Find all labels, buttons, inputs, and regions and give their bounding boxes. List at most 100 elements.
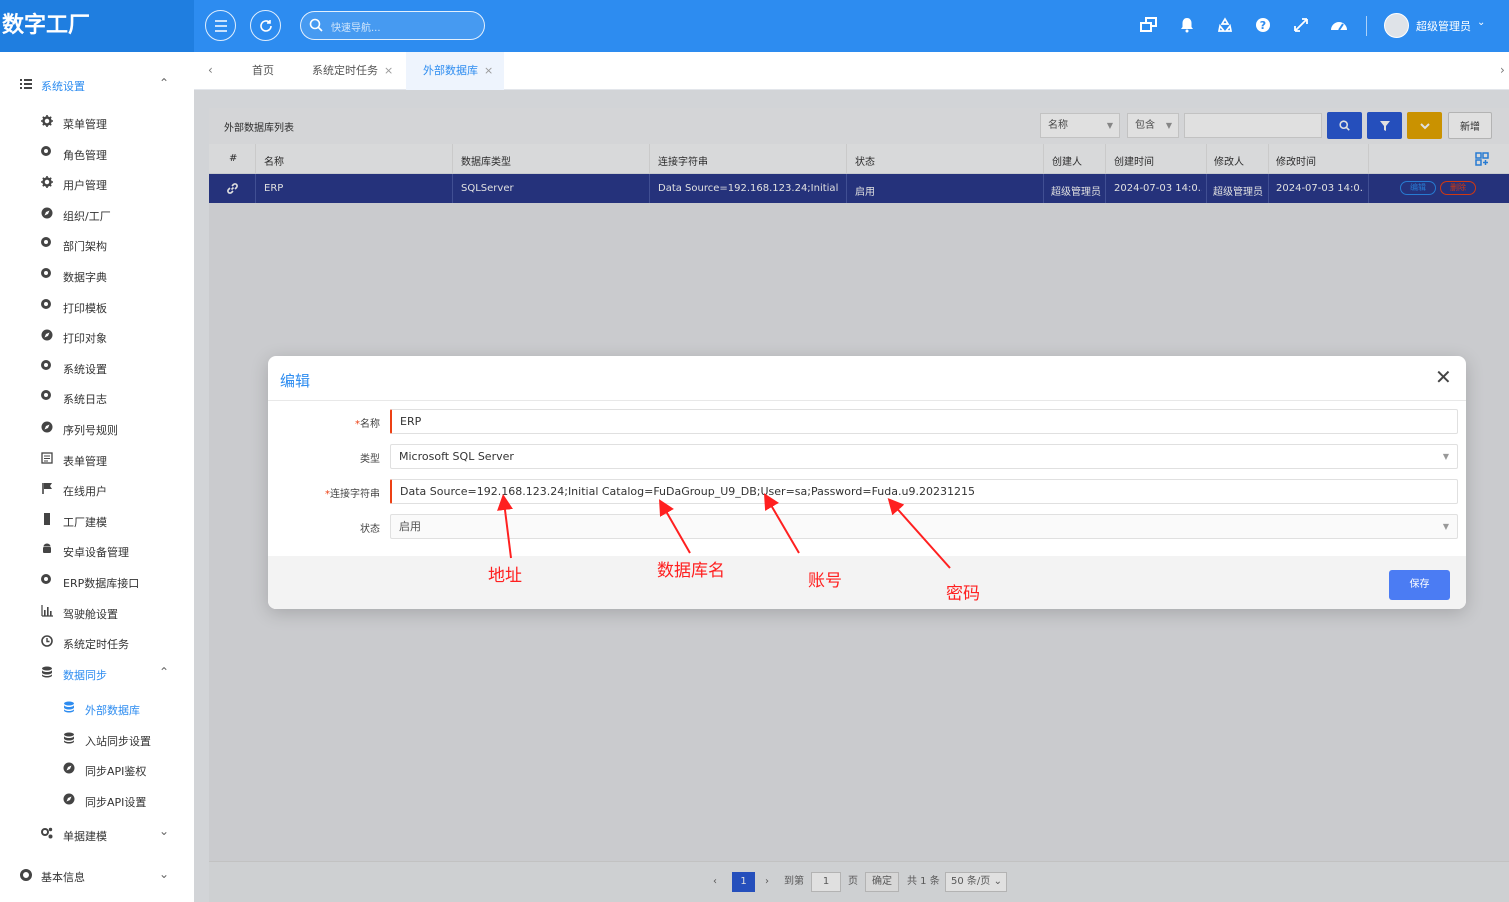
name-input[interactable]: ERP: [390, 409, 1458, 434]
tab-label: 首页: [252, 64, 274, 77]
recycle-icon[interactable]: [1215, 15, 1235, 35]
tab-home[interactable]: 首页: [252, 52, 274, 90]
modal-title: 编辑: [280, 372, 311, 390]
sidebar-item-label: 单据建模: [63, 830, 107, 843]
close-icon[interactable]: ×: [484, 64, 493, 77]
list-icon: [20, 79, 32, 89]
chevron-up-icon: ⌃: [159, 76, 170, 90]
sidebar-group-label: 系统设置: [41, 80, 85, 93]
sidebar-item-label: 打印模板: [63, 301, 107, 315]
sidebar-item-user[interactable]: 用户管理: [0, 170, 194, 196]
circle-icon: [41, 237, 53, 249]
menu-toggle-button[interactable]: [205, 10, 236, 41]
menu-icon: [214, 19, 227, 32]
database-icon: [42, 666, 52, 678]
close-icon[interactable]: ×: [384, 64, 393, 77]
compass-icon: [63, 793, 75, 805]
sidebar-item-sync-api-settings[interactable]: 同步API设置: [0, 787, 194, 813]
expand-icon[interactable]: [1291, 15, 1311, 35]
modal-divider: [268, 400, 1466, 401]
connection-string-label: *连接字符串: [325, 489, 380, 500]
tabs-scroll-left-icon[interactable]: ‹: [208, 63, 213, 77]
sidebar-item-dict[interactable]: 数据字典: [0, 262, 194, 288]
tab-label: 外部数据库: [423, 64, 478, 77]
avatar[interactable]: [1384, 13, 1409, 38]
sidebar-item-settings[interactable]: 系统设置: [0, 354, 194, 380]
caret-down-icon: ▼: [1442, 452, 1449, 461]
refresh-button[interactable]: [250, 10, 281, 41]
sidebar-item-label: 系统日志: [63, 393, 107, 407]
sidebar-item-online-users[interactable]: 在线用户: [0, 476, 194, 502]
flag-icon: [41, 482, 53, 495]
sidebar-item-label: 同步API鉴权: [85, 765, 147, 779]
dashboard-icon[interactable]: [1329, 15, 1349, 35]
sidebar-item-erp-db-interface[interactable]: ERP数据库接口: [0, 568, 194, 594]
sidebar-item-logs[interactable]: 系统日志: [0, 384, 194, 410]
sidebar-item-label: 部门架构: [63, 240, 107, 254]
annotation-address: 地址: [488, 566, 522, 586]
clock-icon: [41, 635, 53, 647]
modal-footer: 保存: [268, 556, 1466, 609]
sidebar-item-label: 工厂建模: [63, 515, 107, 529]
type-select[interactable]: Microsoft SQL Server ▼: [390, 444, 1458, 469]
help-icon[interactable]: ?: [1253, 15, 1273, 35]
sidebar-group-basic-info[interactable]: 基本信息 ⌄: [0, 860, 194, 890]
status-select[interactable]: 启用 ▼: [390, 514, 1458, 539]
sidebar-item-label: 安卓设备管理: [63, 546, 129, 560]
sidebar-item-serial-rules[interactable]: 序列号规则: [0, 415, 194, 441]
sidebar-item-scheduled-tasks[interactable]: 系统定时任务: [0, 629, 194, 655]
sidebar-item-label: 外部数据库: [85, 704, 140, 717]
chevron-down-icon: ⌄: [159, 867, 170, 881]
quick-nav-search[interactable]: 快速导航...: [300, 11, 485, 40]
circle-icon: [41, 298, 53, 311]
sidebar-item-external-database[interactable]: 外部数据库: [0, 695, 194, 721]
connection-string-value: Data Source=192.168.123.24;Initial Catal…: [400, 485, 975, 498]
tab-scheduled-tasks[interactable]: 系统定时任务 ×: [312, 52, 393, 90]
app-logo-title: 数字工厂: [0, 0, 194, 52]
sidebar-item-label: 菜单管理: [63, 118, 107, 131]
close-icon[interactable]: ✕: [1435, 367, 1452, 387]
sidebar-item-forms[interactable]: 表单管理: [0, 446, 194, 472]
sidebar-item-cockpit-settings[interactable]: 驾驶舱设置: [0, 599, 194, 625]
sidebar-group-system-settings[interactable]: 系统设置 ⌃: [0, 69, 194, 99]
tab-external-database[interactable]: 外部数据库 ×: [406, 52, 504, 90]
sidebar-item-org[interactable]: 组织/工厂: [0, 201, 194, 227]
sidebar-item-print-object[interactable]: 打印对象: [0, 323, 194, 349]
building-icon: [41, 512, 53, 525]
gears-icon: [41, 827, 53, 839]
status-label: 状态: [360, 524, 380, 535]
gear-icon: [41, 115, 53, 127]
circle-icon: [41, 145, 53, 158]
circle-icon: [41, 390, 53, 402]
username[interactable]: 超级管理员: [1416, 18, 1471, 34]
chevron-down-icon[interactable]: ⌄: [1477, 17, 1485, 28]
sidebar-item-android-devices[interactable]: 安卓设备管理: [0, 537, 194, 563]
save-button[interactable]: 保存: [1389, 570, 1450, 600]
tabs-scroll-right-icon[interactable]: ›: [1500, 63, 1505, 77]
bell-icon[interactable]: [1177, 15, 1197, 35]
sidebar-item-label: 入站同步设置: [85, 734, 151, 748]
status-value: 启用: [399, 520, 421, 533]
sidebar-item-label: 角色管理: [63, 148, 107, 162]
tab-label: 系统定时任务: [312, 64, 378, 77]
sidebar-item-print-template[interactable]: 打印模板: [0, 293, 194, 319]
sidebar-item-inbound-sync-settings[interactable]: 入站同步设置: [0, 726, 194, 752]
circle-icon: [41, 359, 53, 372]
annotation-dbname: 数据库名: [657, 561, 725, 581]
sidebar-item-label: 系统定时任务: [63, 638, 129, 652]
sidebar-item-dept[interactable]: 部门架构: [0, 231, 194, 257]
edit-modal: 编辑 ✕ *名称 ERP 类型 Microsoft SQL Server ▼ *连…: [268, 356, 1466, 609]
sidebar-item-label: 同步API设置: [85, 795, 147, 809]
sidebar-item-factory-modeling[interactable]: 工厂建模: [0, 507, 194, 533]
sidebar-group-data-sync[interactable]: 数据同步 ⌃: [0, 660, 194, 686]
sidebar-item-sync-api-auth[interactable]: 同步API鉴权: [0, 756, 194, 782]
chevron-up-icon: ⌃: [159, 665, 170, 679]
sidebar-item-role[interactable]: 角色管理: [0, 140, 194, 166]
refresh-icon: [259, 19, 272, 32]
windows-icon[interactable]: [1139, 15, 1159, 35]
sidebar-item-menu[interactable]: 菜单管理: [0, 109, 194, 135]
sidebar-item-document-modeling[interactable]: 单据建模 ⌄: [0, 821, 194, 847]
sidebar: 系统设置 ⌃ 菜单管理角色管理用户管理组织/工厂部门架构数据字典打印模板打印对象…: [0, 52, 194, 902]
connection-string-input[interactable]: Data Source=192.168.123.24;Initial Catal…: [390, 479, 1458, 504]
name-label: *名称: [355, 419, 380, 430]
